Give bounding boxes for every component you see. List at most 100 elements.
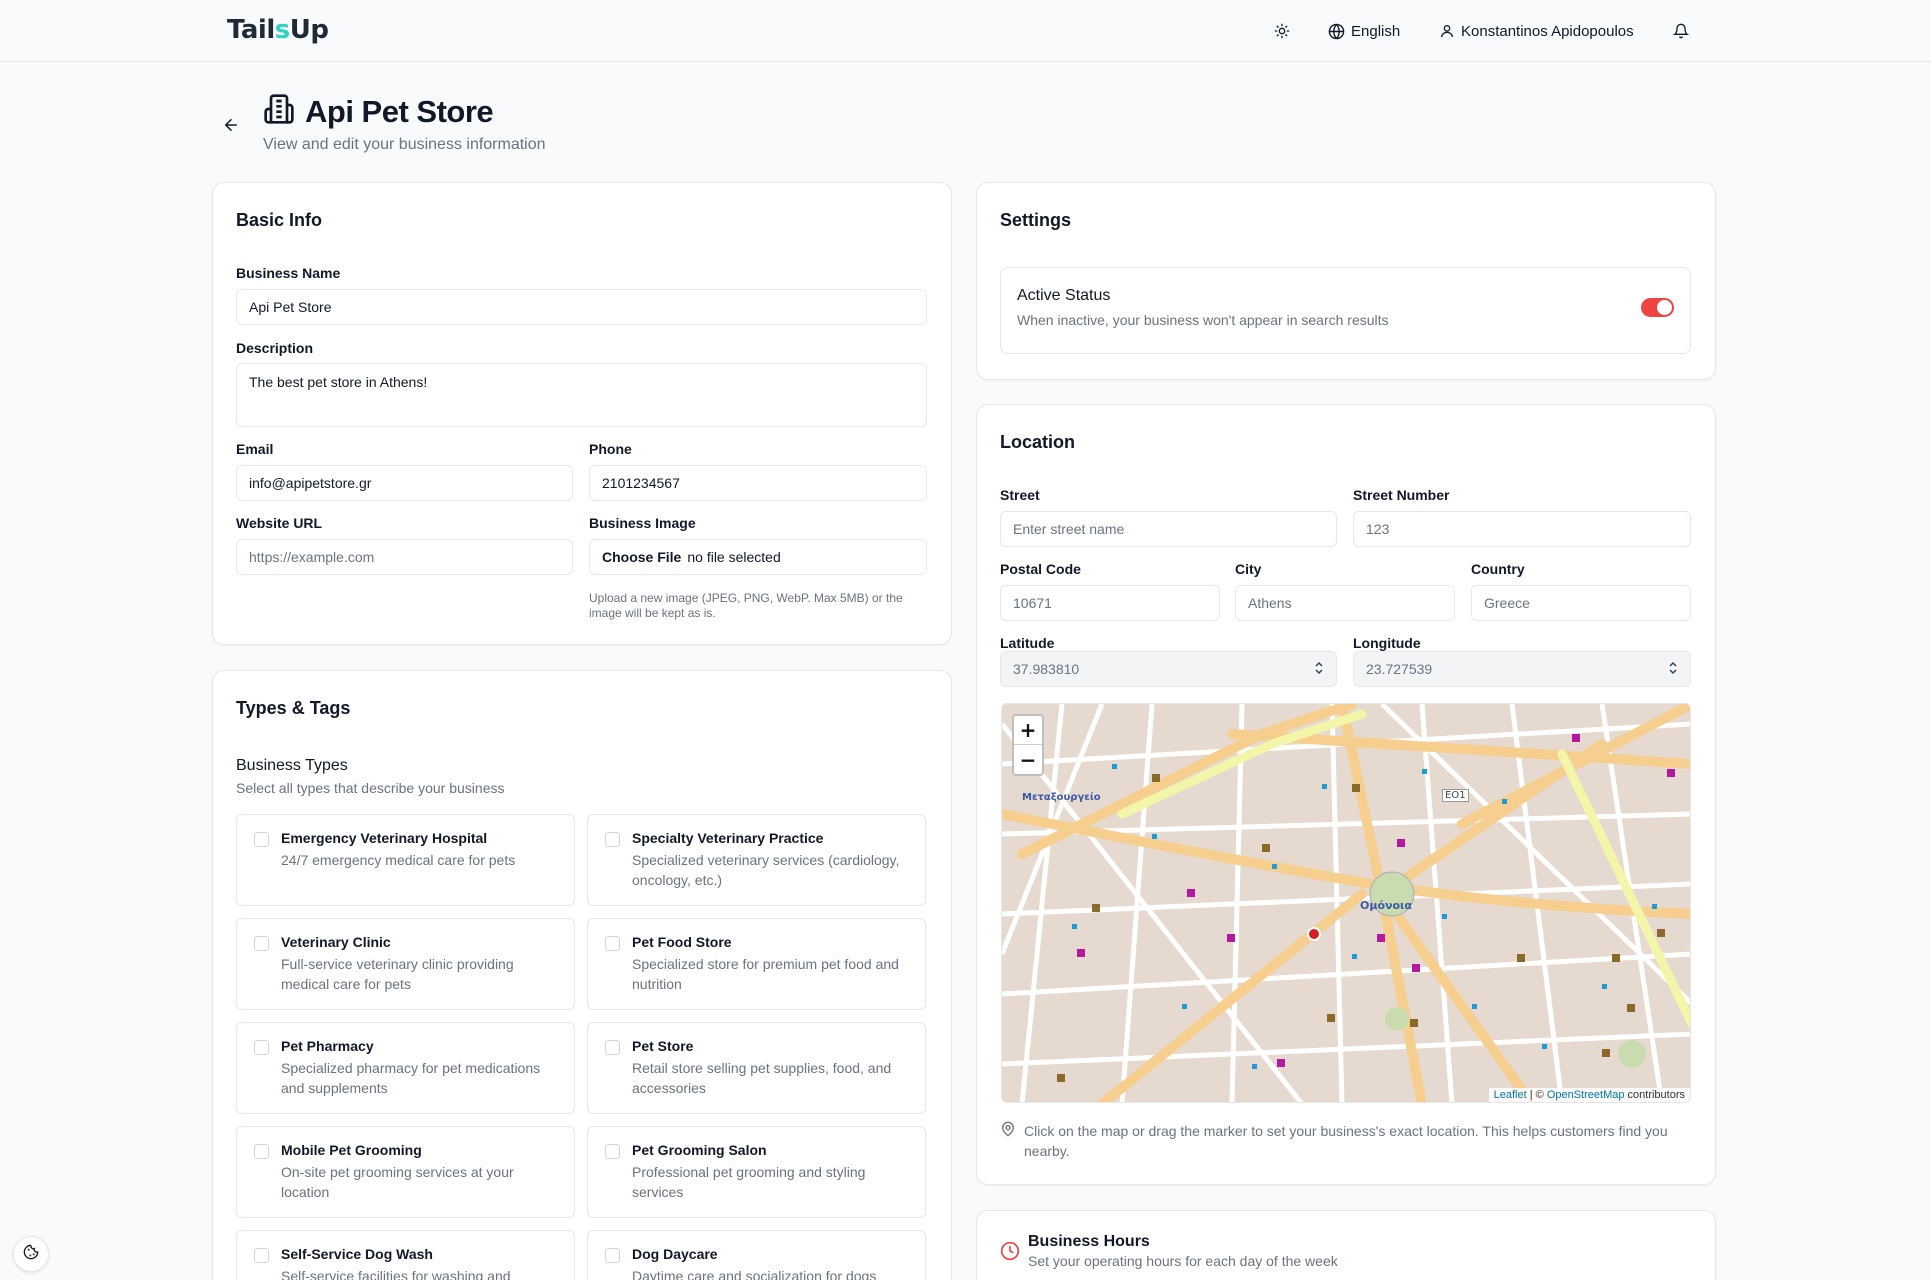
language-selector[interactable]: English bbox=[1328, 0, 1400, 62]
language-label: English bbox=[1351, 22, 1401, 40]
toggle-knob bbox=[1657, 300, 1672, 315]
city-input[interactable]: Athens bbox=[1235, 585, 1455, 621]
page-heading: Api Pet Store bbox=[263, 93, 494, 130]
business-type-option[interactable]: Mobile Pet Grooming On-site pet grooming … bbox=[236, 1126, 575, 1218]
business-type-option[interactable]: Self-Service Dog Wash Self-service facili… bbox=[236, 1230, 575, 1280]
business-name-input[interactable]: Api Pet Store bbox=[236, 289, 927, 325]
user-menu[interactable]: Konstantinos Apidopoulos bbox=[1439, 0, 1634, 62]
business-type-option[interactable]: Dog Daycare Daytime care and socializatio… bbox=[587, 1230, 926, 1280]
business-type-checkbox[interactable] bbox=[605, 1248, 620, 1263]
business-type-name: Emergency Veterinary Hospital bbox=[281, 830, 488, 846]
business-type-option[interactable]: Specialty Veterinary Practice Specialized… bbox=[587, 814, 926, 906]
image-upload-help: Upload a new image (JPEG, PNG, WebP. Max… bbox=[589, 591, 903, 620]
website-input[interactable]: https://example.com bbox=[236, 539, 573, 575]
page-subtitle: View and edit your business information bbox=[263, 136, 546, 153]
business-type-name: Pet Pharmacy bbox=[281, 1038, 374, 1054]
phone-label: Phone bbox=[589, 441, 632, 457]
country-input[interactable]: Greece bbox=[1471, 585, 1691, 621]
business-type-checkbox[interactable] bbox=[605, 936, 620, 951]
business-type-name: Pet Food Store bbox=[632, 934, 732, 950]
business-type-description: Daytime care and socialization for dogs bbox=[632, 1268, 877, 1280]
globe-icon bbox=[1328, 23, 1345, 40]
map-tiles bbox=[1002, 704, 1690, 1102]
theme-toggle-button[interactable] bbox=[1274, 0, 1290, 62]
active-status-help: When inactive, your business won't appea… bbox=[1017, 312, 1389, 328]
attribution-separator: | © bbox=[1526, 1089, 1547, 1101]
business-type-option[interactable]: Veterinary Clinic Full-service veterinary… bbox=[236, 918, 575, 1010]
business-name-label: Business Name bbox=[236, 265, 341, 281]
cookie-settings-button[interactable] bbox=[13, 1236, 49, 1272]
zoom-out-button[interactable]: − bbox=[1014, 745, 1042, 774]
business-type-option[interactable]: Emergency Veterinary Hospital 24/7 emerge… bbox=[236, 814, 575, 906]
back-button[interactable] bbox=[222, 116, 242, 136]
latitude-label: Latitude bbox=[1000, 635, 1055, 651]
no-file-text: no file selected bbox=[687, 549, 781, 565]
business-type-checkbox[interactable] bbox=[254, 1144, 269, 1159]
business-type-checkbox[interactable] bbox=[605, 1040, 620, 1055]
map-label-omonia: Ομόνοια bbox=[1360, 899, 1412, 912]
latitude-input[interactable]: 37.983810 bbox=[1000, 651, 1337, 687]
user-icon bbox=[1439, 23, 1455, 39]
business-type-checkbox[interactable] bbox=[254, 832, 269, 847]
business-type-checkbox[interactable] bbox=[254, 936, 269, 951]
business-type-name: Dog Daycare bbox=[632, 1246, 718, 1262]
leaflet-link[interactable]: Leaflet bbox=[1494, 1089, 1527, 1101]
business-type-description: Retail store selling pet supplies, food,… bbox=[632, 1060, 892, 1096]
map-pin-icon bbox=[1000, 1121, 1016, 1142]
business-type-option[interactable]: Pet Food Store Specialized store for prem… bbox=[587, 918, 926, 1010]
business-type-description: Specialized store for premium pet food a… bbox=[632, 956, 899, 992]
street-number-input[interactable]: 123 bbox=[1353, 511, 1691, 547]
postal-code-input[interactable]: 10671 bbox=[1000, 585, 1220, 621]
cookie-icon bbox=[23, 1244, 39, 1265]
email-input[interactable]: info@apipetstore.gr bbox=[236, 465, 573, 501]
website-label: Website URL bbox=[236, 515, 323, 531]
phone-input[interactable]: 2101234567 bbox=[589, 465, 927, 501]
spinner-icon[interactable] bbox=[1668, 660, 1678, 679]
business-type-description: Full-service veterinary clinic providing… bbox=[281, 956, 514, 992]
street-number-label: Street Number bbox=[1353, 487, 1450, 503]
business-type-option[interactable]: Pet Pharmacy Specialized pharmacy for pet… bbox=[236, 1022, 575, 1114]
arrow-left-icon bbox=[222, 119, 240, 138]
business-type-name: Pet Store bbox=[632, 1038, 694, 1054]
business-type-checkbox[interactable] bbox=[254, 1248, 269, 1263]
street-input[interactable]: Enter street name bbox=[1000, 511, 1337, 547]
map-help: Click on the map or drag the marker to s… bbox=[1024, 1123, 1668, 1159]
business-type-description: Specialized pharmacy for pet medications… bbox=[281, 1060, 541, 1096]
longitude-value: 23.727539 bbox=[1366, 661, 1433, 677]
osm-link[interactable]: OpenStreetMap bbox=[1547, 1089, 1625, 1101]
longitude-label: Longitude bbox=[1353, 635, 1421, 651]
notifications-button[interactable] bbox=[1673, 0, 1689, 62]
email-label: Email bbox=[236, 441, 274, 457]
location-heading: Location bbox=[1000, 432, 1075, 452]
settings-heading: Settings bbox=[1000, 210, 1072, 230]
business-type-description: On-site pet grooming services at your lo… bbox=[281, 1164, 514, 1200]
business-type-option[interactable]: Pet Store Retail store selling pet suppli… bbox=[587, 1022, 926, 1114]
logo-text-right: Up bbox=[289, 15, 329, 45]
map-zoom-control: + − bbox=[1012, 714, 1044, 776]
logo-text-accent: s bbox=[274, 15, 290, 45]
basic-info-heading: Basic Info bbox=[236, 210, 323, 230]
attribution-tail: contributors bbox=[1624, 1089, 1685, 1101]
spinner-icon[interactable] bbox=[1314, 660, 1324, 679]
user-name: Konstantinos Apidopoulos bbox=[1461, 22, 1634, 40]
active-status-toggle[interactable] bbox=[1641, 298, 1674, 317]
zoom-in-button[interactable]: + bbox=[1014, 716, 1042, 745]
top-navbar: Tail s Up English Konstantinos Apidopoulo… bbox=[0, 0, 1931, 62]
postal-code-label: Postal Code bbox=[1000, 561, 1081, 577]
business-types-title: Business Types bbox=[236, 757, 348, 774]
business-type-checkbox[interactable] bbox=[605, 1144, 620, 1159]
location-map[interactable]: Μεταξουργείο Ομόνοια ΕΟ1 + − Leaflet | ©… bbox=[1001, 703, 1691, 1103]
business-image-file-input[interactable]: Choose File no file selected bbox=[589, 539, 927, 575]
active-status-panel bbox=[1000, 267, 1691, 354]
clock-icon bbox=[1000, 1241, 1020, 1266]
business-type-checkbox[interactable] bbox=[605, 832, 620, 847]
map-attribution: Leaflet | © OpenStreetMap contributors bbox=[1488, 1088, 1690, 1102]
longitude-input[interactable]: 23.727539 bbox=[1353, 651, 1691, 687]
business-type-option[interactable]: Pet Grooming Salon Professional pet groom… bbox=[587, 1126, 926, 1218]
business-type-description: Self-service facilities for washing and bbox=[281, 1268, 511, 1280]
logo[interactable]: Tail s Up bbox=[227, 10, 329, 50]
description-textarea[interactable]: The best pet store in Athens! bbox=[236, 363, 927, 427]
business-type-checkbox[interactable] bbox=[254, 1040, 269, 1055]
choose-file-button[interactable]: Choose File bbox=[602, 549, 681, 565]
business-hours-help: Set your operating hours for each day of… bbox=[1028, 1253, 1338, 1269]
